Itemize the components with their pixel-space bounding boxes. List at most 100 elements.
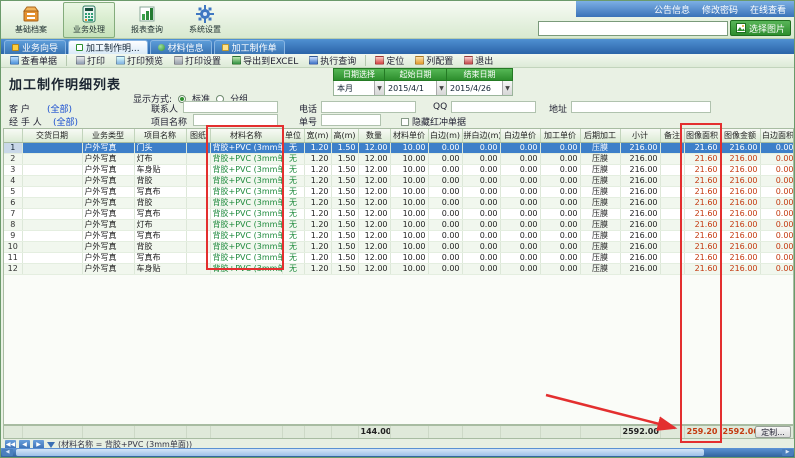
run-query-button[interactable]: 执行查询 [304, 52, 361, 69]
end-date-header[interactable]: 结束日期 [447, 68, 513, 81]
grid-row[interactable]: 2户外写真灯布背胶+PVC (3mm单面)无1.201.5012.0010.00… [4, 153, 794, 164]
column-header[interactable]: 备注 [660, 129, 684, 142]
scroll-left-icon[interactable]: ◀ [2, 449, 13, 456]
column-header[interactable]: 交货日期 [22, 129, 82, 142]
chevron-down-icon[interactable]: ▼ [374, 81, 384, 95]
total-cell [82, 426, 134, 439]
grid-cell: 0.00 [428, 252, 462, 263]
grid-cell: 无 [282, 230, 304, 241]
column-header[interactable]: 白边(m) [428, 129, 462, 142]
qq-input[interactable] [451, 101, 536, 113]
address-input[interactable] [571, 101, 711, 113]
print-preview-icon [116, 56, 125, 65]
pick-image-button[interactable]: 选择图片 [730, 20, 791, 36]
contact-input[interactable] [183, 101, 278, 113]
view-document-button[interactable]: 查看单据 [5, 52, 62, 69]
grid-cell: 216.00 [620, 164, 660, 175]
totals-bar: 144.002592.00259.202592.000.00 [3, 425, 794, 439]
print-settings-button[interactable]: 打印设置 [169, 52, 226, 69]
column-header[interactable]: 加工单价 [540, 129, 580, 142]
column-header[interactable]: 白边面积 [760, 129, 794, 142]
grid-cell: 10.00 [390, 186, 428, 197]
grid-cell: 0.00 [540, 197, 580, 208]
grid-cell [22, 164, 82, 175]
total-cell: 144.00 [358, 426, 390, 439]
module-system-settings[interactable]: 系统设置 [179, 2, 231, 38]
grid-row[interactable]: 6户外写真背胶背胶+PVC (3mm单面)无1.201.5012.0010.00… [4, 197, 794, 208]
grid-row[interactable]: 8户外写真灯布背胶+PVC (3mm单面)无1.201.5012.0010.00… [4, 219, 794, 230]
grid-cell: 户外写真 [82, 186, 134, 197]
phone-input[interactable] [321, 101, 416, 113]
column-header[interactable]: 高(m) [331, 129, 358, 142]
chevron-down-icon[interactable]: ▼ [436, 81, 446, 95]
column-header[interactable]: 图纸 [186, 129, 210, 142]
grid-row[interactable]: 5户外写真写真布背胶+PVC (3mm单面)无1.201.5012.0010.0… [4, 186, 794, 197]
link-online-view[interactable]: 在线查看 [750, 3, 786, 16]
grid-cell: 户外写真 [82, 175, 134, 186]
locate-button[interactable]: 定位 [370, 52, 409, 69]
magnifier-icon [309, 56, 318, 65]
column-header[interactable]: 材料名称 [210, 129, 282, 142]
column-header[interactable]: 宽(m) [304, 129, 331, 142]
image-search-input[interactable] [538, 21, 728, 36]
column-header[interactable]: 白边单价 [500, 129, 540, 142]
project-input[interactable] [193, 114, 278, 126]
print-button[interactable]: 打印 [71, 52, 110, 69]
grid-cell: 0.00 [760, 186, 794, 197]
total-cell [210, 426, 282, 439]
column-config-button[interactable]: 列配置 [410, 52, 458, 69]
column-header[interactable]: 业务类型 [82, 129, 134, 142]
export-excel-button[interactable]: 导出到EXCEL [227, 52, 303, 69]
exit-button[interactable]: 退出 [459, 52, 498, 69]
handler-all-link[interactable]: (全部) [53, 115, 78, 128]
grid-cell: 216.00 [620, 219, 660, 230]
grid-cell: 背胶+PVC (3mm单面) [210, 252, 282, 263]
module-business-processing[interactable]: 业务处理 [63, 2, 115, 38]
column-header[interactable]: 项目名称 [134, 129, 186, 142]
totals-table: 144.002592.00259.202592.000.00 [4, 426, 794, 439]
end-date-select[interactable]: 2015/4/26▼ [447, 81, 513, 96]
grid-cell: 21.60 [684, 164, 720, 175]
period-select[interactable]: 本月▼ [333, 81, 385, 96]
grid-row[interactable]: 10户外写真背胶背胶+PVC (3mm单面)无1.201.5012.0010.0… [4, 241, 794, 252]
customer-all-link[interactable]: (全部) [47, 102, 72, 115]
hide-red-checkbox[interactable]: 隐藏红冲单据 [401, 115, 466, 128]
grid-cell: 0.00 [760, 142, 794, 153]
link-change-password[interactable]: 修改密码 [702, 3, 738, 16]
grid-row[interactable]: 3户外写真车身贴背胶+PVC (3mm单面)无1.201.5012.0010.0… [4, 164, 794, 175]
chevron-down-icon[interactable]: ▼ [502, 81, 512, 95]
total-cell [186, 426, 210, 439]
column-header[interactable]: 数量 [358, 129, 390, 142]
column-header[interactable]: 图像金额 [720, 129, 760, 142]
grid-cell: 216.00 [620, 186, 660, 197]
grid-row[interactable]: 7户外写真写真布背胶+PVC (3mm单面)无1.201.5012.0010.0… [4, 208, 794, 219]
grid-row[interactable]: 1户外写真门头背胶+PVC (3mm单面)无1.201.5012.0010.00… [4, 142, 794, 153]
scroll-right-icon[interactable]: ▶ [782, 449, 793, 456]
column-header[interactable]: 小计 [620, 129, 660, 142]
grid-cell: 10.00 [390, 263, 428, 274]
link-announcements[interactable]: 公告信息 [654, 3, 690, 16]
print-preview-button[interactable]: 打印预览 [111, 52, 168, 69]
start-date-header[interactable]: 起始日期 [385, 68, 447, 81]
column-header[interactable]: 材料单价 [390, 129, 428, 142]
scrollbar-thumb[interactable] [16, 449, 704, 456]
module-basic-archive[interactable]: 基础档案 [5, 2, 57, 38]
grid-cell: 无 [282, 252, 304, 263]
grid-row[interactable]: 11户外写真写真布背胶+PVC (3mm单面)无1.201.5012.0010.… [4, 252, 794, 263]
start-date-select[interactable]: 2015/4/1▼ [385, 81, 447, 96]
grid-row[interactable]: 12户外写真车身贴背胶+PVC (3mm单面)无1.201.5012.0010.… [4, 263, 794, 274]
column-header[interactable]: 单位 [282, 129, 304, 142]
orderno-input[interactable] [321, 114, 381, 126]
grid-cell: 0.00 [428, 175, 462, 186]
grid-row[interactable]: 4户外写真背胶背胶+PVC (3mm单面)无1.201.5012.0010.00… [4, 175, 794, 186]
grid-cell: 0.00 [500, 219, 540, 230]
grid-row[interactable]: 9户外写真写真布背胶+PVC (3mm单面)无1.201.5012.0010.0… [4, 230, 794, 241]
column-header[interactable] [4, 129, 22, 142]
customize-button[interactable]: 定制... [755, 426, 791, 438]
column-header[interactable]: 拼白边(m) [462, 129, 500, 142]
date-select-header[interactable]: 日期选择 [333, 68, 385, 81]
horizontal-scrollbar[interactable]: ◀ ▶ [1, 448, 794, 457]
column-header[interactable]: 后期加工 [580, 129, 620, 142]
module-report-query[interactable]: 报表查询 [121, 2, 173, 38]
column-header[interactable]: 图像面积 [684, 129, 720, 142]
